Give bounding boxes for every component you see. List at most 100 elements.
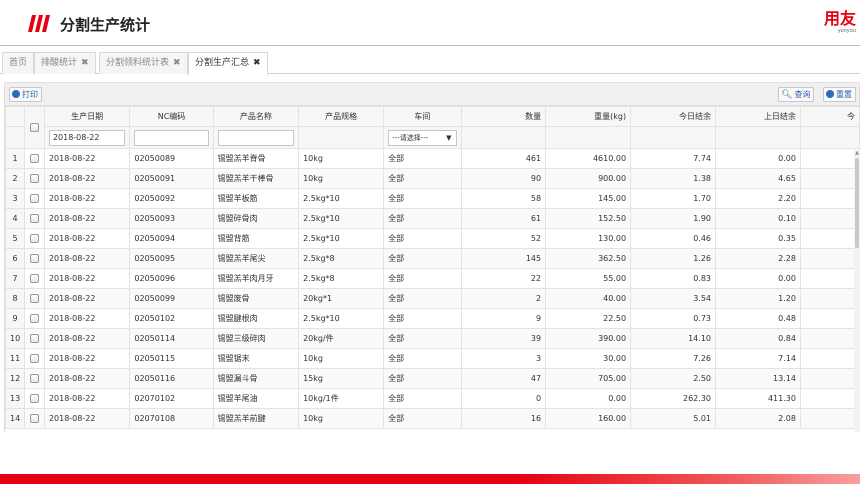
- tab-production-summary[interactable]: 分割生产汇总 ✖: [188, 52, 268, 75]
- reset-button[interactable]: 重置: [823, 87, 856, 102]
- row-checkbox[interactable]: [30, 354, 40, 363]
- cell-product-name: 锡盟羔羊前腱: [212, 408, 300, 429]
- cell-date: 2018-08-22: [43, 268, 131, 289]
- grid-body: 1 2018-08-22 02050089 锡盟羔羊脊骨 10kg 全部 461 4610.0…: [5, 148, 860, 429]
- cell-today-balance: 7.26: [630, 348, 716, 369]
- cell-weight: 55.00: [545, 268, 632, 289]
- print-label: 打印: [22, 90, 38, 99]
- cell-date: 2018-08-22: [43, 248, 131, 269]
- col-header-prev-balance[interactable]: 上日结余: [715, 106, 801, 127]
- tab-home[interactable]: 首页: [2, 52, 35, 74]
- table-row[interactable]: 14 2018-08-22 02070108 锡盟羔羊前腱 10kg 全部 16 160.00…: [5, 408, 860, 429]
- row-checkbox[interactable]: [30, 414, 40, 423]
- row-checkbox[interactable]: [30, 294, 40, 303]
- cell-product-name: 锡盟羔羊肉月牙: [212, 268, 300, 289]
- row-checkbox[interactable]: [30, 374, 40, 383]
- scrollbar-thumb[interactable]: [855, 158, 859, 248]
- table-row[interactable]: 13 2018-08-22 02070102 锡盟羊尾油 10kg/1件 全部 0 0.00 2…: [5, 388, 860, 409]
- row-checkbox[interactable]: [30, 314, 40, 323]
- row-checkbox[interactable]: [30, 394, 40, 403]
- row-checkbox-cell: [24, 228, 45, 249]
- row-checkbox[interactable]: [30, 194, 40, 203]
- row-checkbox[interactable]: [30, 274, 40, 283]
- cell-today-balance: 1.38: [630, 168, 716, 189]
- scroll-up-icon[interactable]: ▲: [854, 150, 860, 156]
- cell-nc-code: 02050102: [129, 308, 214, 329]
- cell-workshop: 全部: [383, 408, 462, 429]
- col-header-product-name[interactable]: 产品名称: [212, 106, 300, 127]
- col-header-date[interactable]: 生产日期: [43, 106, 131, 127]
- table-row[interactable]: 12 2018-08-22 02050116 锡盟漏斗骨 15kg 全部 47 705.00 2…: [5, 368, 860, 389]
- table-row[interactable]: 9 2018-08-22 02050102 锡盟腱根肉 2.5kg*10 全部 9 22.50…: [5, 308, 860, 329]
- row-checkbox[interactable]: [30, 154, 40, 163]
- col-header-weight[interactable]: 重量(kg): [545, 106, 632, 127]
- close-icon[interactable]: ✖: [253, 58, 261, 68]
- cell-workshop: 全部: [383, 188, 462, 209]
- table-row[interactable]: 4 2018-08-22 02050093 锡盟碎骨肉 2.5kg*10 全部 61 152.…: [5, 208, 860, 229]
- cell-date: 2018-08-22: [43, 308, 131, 329]
- cell-today-balance: 1.90: [630, 208, 716, 229]
- cell-prev-balance: 411.30: [715, 388, 801, 409]
- row-checkbox-cell: [24, 408, 45, 429]
- table-row[interactable]: 3 2018-08-22 02050092 锡盟羊板筋 2.5kg*10 全部 58 145.…: [5, 188, 860, 209]
- filter-empty: [298, 126, 385, 149]
- row-checkbox[interactable]: [30, 254, 40, 263]
- table-row[interactable]: 7 2018-08-22 02050096 锡盟羔羊肉月牙 2.5kg*8 全部 22 55.…: [5, 268, 860, 289]
- tab-label: 分割生产汇总: [195, 58, 250, 68]
- filter-nc-code-input[interactable]: [134, 129, 209, 146]
- filter-date-cell: 2018-08-22: [43, 126, 131, 149]
- cell-date: 2018-08-22: [43, 348, 131, 369]
- col-header-today-balance[interactable]: 今日结余: [630, 106, 716, 127]
- tab-acid-stats[interactable]: 排酸统计 ✖: [34, 52, 96, 74]
- query-button[interactable]: 🔍︎ 查询: [778, 87, 815, 102]
- row-number: 1: [5, 148, 26, 169]
- cell-prev-balance: 0.00: [715, 268, 801, 289]
- row-checkbox[interactable]: [30, 334, 40, 343]
- cell-spec: 2.5kg*8: [298, 248, 385, 269]
- cell-date: 2018-08-22: [43, 208, 131, 229]
- row-number: 2: [5, 168, 26, 189]
- table-row[interactable]: 5 2018-08-22 02050094 锡盟背筋 2.5kg*10 全部 52 130.0…: [5, 228, 860, 249]
- tab-material-stats[interactable]: 分割领料统计表 ✖: [99, 52, 188, 74]
- filter-empty: [799, 126, 860, 149]
- col-header-nc-code[interactable]: NC编码: [129, 106, 214, 127]
- close-icon[interactable]: ✖: [81, 58, 89, 68]
- col-header-truncated[interactable]: 今: [799, 106, 860, 127]
- print-button[interactable]: 打印: [9, 87, 42, 102]
- table-row[interactable]: 2 2018-08-22 02050091 锡盟羔羊干棒骨 10kg 全部 90 900.00…: [5, 168, 860, 189]
- cell-weight: 705.00: [545, 368, 632, 389]
- row-checkbox[interactable]: [30, 234, 40, 243]
- table-row[interactable]: 6 2018-08-22 02050095 锡盟羔羊尾尖 2.5kg*8 全部 145 362…: [5, 248, 860, 269]
- refresh-icon: [826, 90, 834, 98]
- vertical-scrollbar[interactable]: ▲: [854, 150, 860, 432]
- cell-truncated: [799, 288, 860, 309]
- col-header-qty[interactable]: 数量: [460, 106, 547, 127]
- row-number: 7: [5, 268, 26, 289]
- cell-workshop: 全部: [383, 348, 462, 369]
- row-checkbox-cell: [24, 308, 45, 329]
- row-number: 10: [5, 328, 26, 349]
- col-header-spec[interactable]: 产品规格: [298, 106, 385, 127]
- row-checkbox[interactable]: [30, 214, 40, 223]
- app-header: 分割生产统计 用友 yonyou: [0, 0, 860, 46]
- table-row[interactable]: 10 2018-08-22 02050114 锡盟三级碎肉 20kg/件 全部 39 390.…: [5, 328, 860, 349]
- cell-prev-balance: 0.84: [715, 328, 801, 349]
- filter-product-name-input[interactable]: [217, 129, 295, 146]
- cell-spec: 15kg: [298, 368, 385, 389]
- cell-prev-balance: 1.20: [715, 288, 801, 309]
- close-icon[interactable]: ✖: [173, 58, 181, 68]
- table-row[interactable]: 11 2018-08-22 02050115 锡盟锯末 10kg 全部 3 30.00 7.26…: [5, 348, 860, 369]
- filter-workshop-select[interactable]: ---请选择--- ▼: [388, 129, 457, 146]
- filter-date-input[interactable]: 2018-08-22: [48, 129, 126, 146]
- select-all-cell: [24, 106, 45, 149]
- cell-truncated: [799, 188, 860, 209]
- row-checkbox[interactable]: [30, 174, 40, 183]
- cell-truncated: [799, 148, 860, 169]
- table-row[interactable]: 1 2018-08-22 02050089 锡盟羔羊脊骨 10kg 全部 461 4610.0…: [5, 148, 860, 169]
- select-all-checkbox[interactable]: [30, 123, 40, 132]
- cell-nc-code: 02070108: [129, 408, 214, 429]
- col-header-workshop[interactable]: 车间: [383, 106, 462, 127]
- cell-date: 2018-08-22: [43, 288, 131, 309]
- row-number: 14: [5, 408, 26, 429]
- table-row[interactable]: 8 2018-08-22 02050099 锡盟废骨 20kg*1 全部 2 40.00 3.5…: [5, 288, 860, 309]
